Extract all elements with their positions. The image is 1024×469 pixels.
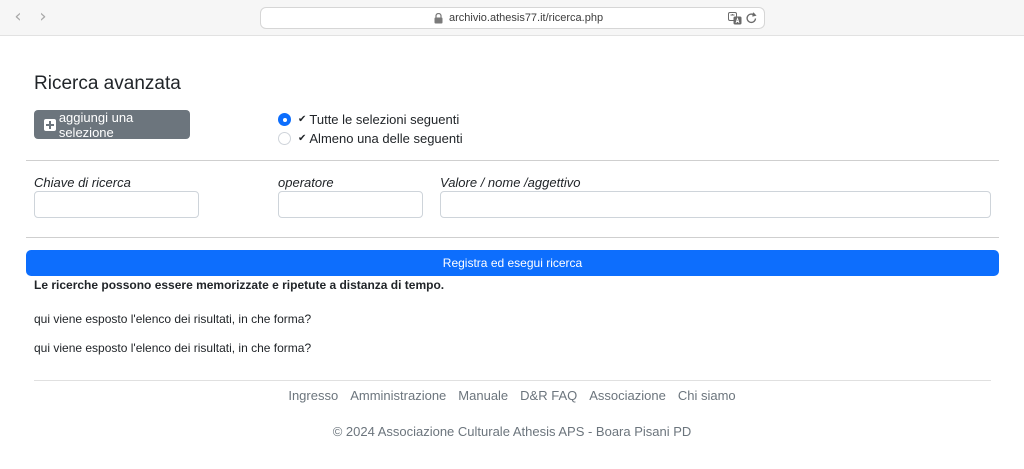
footer-link-manuale[interactable]: Manuale (458, 388, 508, 403)
radio-all-selections[interactable]: ✔ Tutte le selezioni seguenti (278, 112, 459, 127)
operator-input[interactable] (278, 191, 423, 218)
address-bar[interactable]: archivio.athesis77.it/ricerca.php (260, 7, 765, 29)
add-selection-label: aggiungi una selezione (58, 109, 134, 140)
save-and-search-button[interactable]: Registra ed esegui ricerca (26, 250, 999, 276)
results-placeholder: qui viene esposto l'elenco dei risultati… (34, 341, 312, 355)
radio-any-label: Almeno una delle seguenti (309, 131, 463, 146)
footer-link-associazione[interactable]: Associazione (589, 388, 666, 403)
value-input[interactable] (440, 191, 991, 218)
value-label: Valore / nome /aggettivo (440, 175, 581, 190)
key-input[interactable] (34, 191, 199, 218)
forward-icon[interactable]: › (34, 8, 52, 26)
check-icon: ✔ (298, 114, 307, 125)
radio-any-input[interactable] (278, 132, 291, 145)
footer-link-amministrazione[interactable]: Amministrazione (350, 388, 446, 403)
operator-label: operatore (278, 175, 334, 190)
footer-link-faq[interactable]: D&R FAQ (520, 388, 577, 403)
plus-square-icon (44, 118, 56, 131)
url-text: archivio.athesis77.it/ricerca.php (449, 12, 604, 24)
save-and-search-label: Registra ed esegui ricerca (442, 256, 583, 270)
browser-toolbar: ‹ › archivio.athesis77.it/ricerca.php (0, 0, 1024, 36)
back-icon[interactable]: ‹ (9, 8, 27, 26)
footer-nav: Ingresso Amministrazione Manuale D&R FAQ… (0, 388, 1024, 403)
reload-icon[interactable] (745, 11, 758, 25)
divider (26, 237, 999, 238)
search-note: Le ricerche possono essere memorizzate e… (34, 278, 445, 292)
copyright: © 2024 Associazione Culturale Athesis AP… (332, 424, 692, 439)
footer-link-chi-siamo[interactable]: Chi siamo (678, 388, 736, 403)
radio-all-input[interactable] (278, 113, 291, 126)
check-icon: ✔ (298, 133, 307, 144)
divider (26, 160, 999, 161)
results-placeholder: qui viene esposto l'elenco dei risultati… (34, 312, 312, 326)
footer-link-ingresso[interactable]: Ingresso (288, 388, 338, 403)
add-selection-button[interactable]: aggiungi una selezione (34, 109, 190, 140)
footer-divider (34, 380, 991, 381)
radio-any-selection[interactable]: ✔ Almeno una delle seguenti (278, 131, 463, 146)
radio-all-label: Tutte le selezioni seguenti (309, 112, 460, 127)
page-title: Ricerca avanzata (34, 73, 181, 94)
key-label: Chiave di ricerca (34, 175, 131, 190)
lock-icon (434, 13, 443, 24)
translate-icon[interactable] (728, 12, 742, 25)
